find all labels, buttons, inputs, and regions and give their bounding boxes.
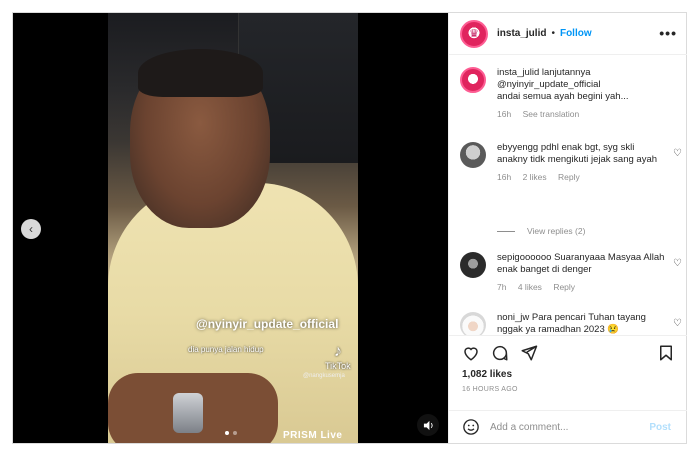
comment-age: 7h	[497, 282, 507, 292]
likes-count[interactable]: 1,082 likes	[462, 369, 512, 380]
carousel-dots	[225, 431, 237, 435]
caption-text-2: andai semua ayah begini yah...	[497, 91, 629, 102]
bookmark-icon[interactable]	[657, 344, 675, 362]
avatar[interactable]	[460, 312, 486, 335]
follow-button[interactable]: Follow	[560, 28, 592, 39]
like-comment-heart-icon[interactable]: ♡	[673, 258, 682, 269]
reply-button[interactable]: Reply	[558, 172, 580, 182]
like-comment-heart-icon[interactable]: ♡	[673, 318, 682, 329]
reply-button[interactable]: Reply	[553, 282, 575, 292]
prism-live-watermark: PRISM Live	[283, 430, 343, 441]
emoji-icon[interactable]	[462, 418, 480, 436]
comment-body: noni_jw Para pencari Tuhan tayang nggak …	[497, 312, 667, 335]
caption-meta: 16h See translation	[497, 108, 667, 120]
previous-slide-button[interactable]: ‹	[21, 219, 41, 239]
avatar[interactable]: ♛	[460, 19, 488, 48]
comment-username[interactable]: sepigoooooo	[497, 252, 551, 263]
tiktok-label: TikTok	[325, 361, 351, 371]
comments-list[interactable]: insta_julid lanjutannya @nyinyir_update_…	[449, 56, 687, 335]
see-translation-link[interactable]: See translation	[523, 109, 580, 119]
like-comment-heart-icon[interactable]: ♡	[673, 148, 682, 159]
tiktok-username: @nangkusemja	[303, 373, 345, 379]
author-username[interactable]: insta_julid	[497, 28, 546, 39]
avatar[interactable]	[460, 252, 486, 278]
heart-icon[interactable]	[462, 344, 480, 362]
comment-likes[interactable]: 2 likes	[523, 172, 547, 182]
separator-dot: •	[551, 28, 555, 39]
share-icon[interactable]	[520, 344, 538, 362]
post-media: @nyinyir_update_official dia punya jalan…	[13, 13, 448, 443]
video-overlay-caption: dia punya jalan hidup	[188, 345, 264, 354]
wristwatch	[173, 393, 203, 433]
comment-icon[interactable]	[491, 344, 509, 362]
comment-likes[interactable]: 4 likes	[518, 282, 542, 292]
comment-meta: 16h 2 likes Reply	[497, 171, 667, 183]
replies-line	[497, 230, 515, 232]
post-modal: @nyinyir_update_official dia punya jalan…	[12, 12, 687, 444]
avatar[interactable]	[460, 142, 486, 168]
avatar[interactable]	[460, 67, 486, 93]
post-actions-bar	[449, 335, 687, 361]
comment-input[interactable]: Add a comment...	[490, 422, 649, 433]
carousel-dot-active	[225, 431, 229, 435]
add-comment-row: Add a comment... Post	[449, 410, 687, 443]
comment-body: sepigoooooo Suaranyaaa Masyaa Allah enak…	[497, 252, 667, 293]
tiktok-watermark: ♪ TikTok	[325, 343, 351, 371]
caption-text: lanjutannya	[541, 67, 591, 78]
comment-age: 16h	[497, 172, 512, 182]
caption-age: 16h	[497, 109, 512, 119]
post-header: ♛ insta_julid • Follow •••	[449, 13, 687, 55]
person-hair	[138, 49, 263, 97]
post-comment-button[interactable]: Post	[649, 422, 671, 433]
carousel-dot	[233, 431, 237, 435]
more-options-icon[interactable]: •••	[659, 25, 677, 41]
comment-username[interactable]: ebyyengg	[497, 142, 538, 153]
video-overlay-handle: @nyinyir_update_official	[196, 317, 339, 331]
speaker-icon	[423, 420, 433, 430]
caption-mention[interactable]: @nyinyir_update_official	[497, 79, 600, 90]
tiktok-icon: ♪	[333, 343, 342, 360]
sound-toggle-button[interactable]	[417, 414, 439, 436]
comment-username[interactable]: noni_jw	[497, 312, 529, 323]
post-timestamp: 16 HOURS AGO	[462, 386, 518, 393]
comment-meta: 7h 4 likes Reply	[497, 281, 667, 293]
comment-body: ebyyengg pdhl enak bgt, syg skli anakny …	[497, 142, 667, 183]
view-replies-label[interactable]: View replies (2)	[527, 226, 585, 236]
caption-body: insta_julid lanjutannya @nyinyir_update_…	[497, 67, 667, 120]
view-replies-button[interactable]: View replies (2)	[497, 226, 585, 236]
post-sidebar: ♛ insta_julid • Follow ••• insta_julid l…	[448, 13, 687, 443]
caption-username[interactable]: insta_julid	[497, 67, 539, 78]
